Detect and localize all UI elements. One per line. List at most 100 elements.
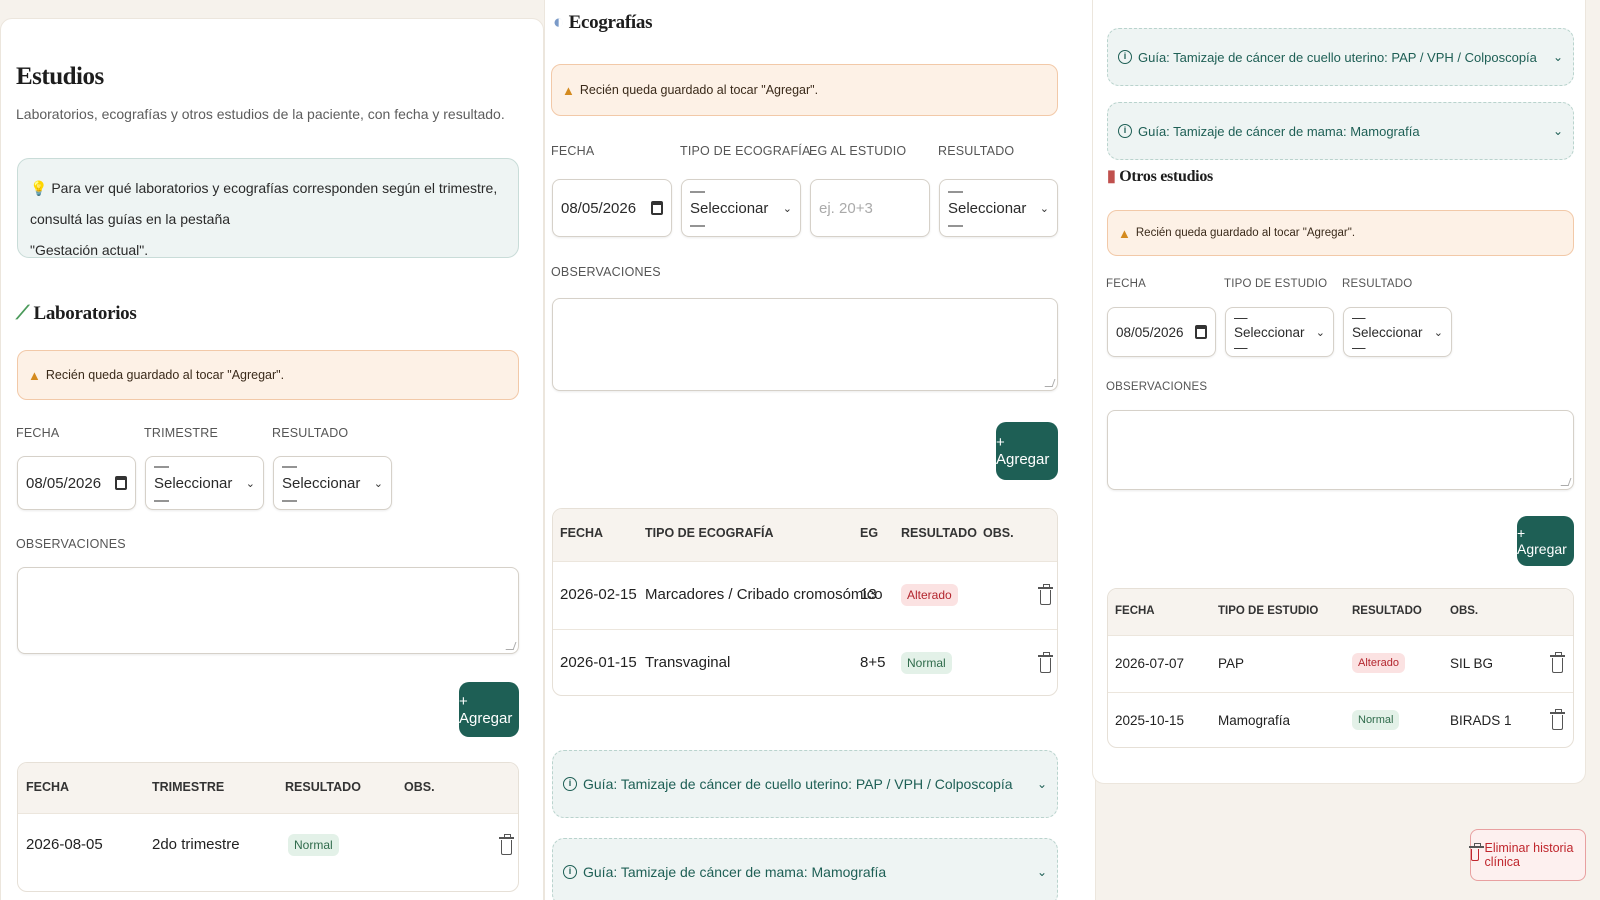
trash-icon[interactable]: [1038, 584, 1053, 605]
guide-cervix-label-right: Guía: Tamizaje de cáncer de cuello uteri…: [1138, 49, 1537, 65]
lab-warning-text: Recién queda guardado al tocar "Agregar"…: [45, 368, 285, 382]
chevron-down-icon: ⌄: [1036, 777, 1047, 791]
table-row: 2026-07-07 PAP Alterado SIL BG: [1108, 635, 1573, 692]
cell-tipo: Mamografía: [1218, 713, 1291, 728]
otros-date-input[interactable]: 08/05/2026: [1107, 307, 1216, 357]
chevron-down-icon: ⌄: [782, 202, 792, 215]
eco-eg-input[interactable]: ej. 20+3: [810, 179, 930, 237]
trimester-info-box: 💡 Para ver qué laboratorios y ecografías…: [17, 158, 519, 258]
lab-obs-textarea[interactable]: [17, 567, 519, 654]
resize-grip-icon[interactable]: [505, 642, 517, 650]
eco-add-button[interactable]: + Agregar: [996, 422, 1058, 480]
trash-icon[interactable]: [1038, 652, 1053, 673]
chevron-down-icon: ⌄: [1552, 124, 1563, 138]
trash-icon[interactable]: [1550, 652, 1565, 673]
trash-icon[interactable]: [499, 834, 514, 855]
cell-fecha: 2025-10-15: [1115, 713, 1185, 728]
lab-date-input[interactable]: 08/05/2026: [17, 456, 136, 510]
otros-warning-text: Recién queda guardado al tocar "Agregar"…: [1135, 227, 1356, 239]
otros-tipo-value: — Seleccionar —: [1234, 309, 1305, 355]
th-trimestre: TRIMESTRE: [152, 780, 225, 794]
trash-icon[interactable]: [1550, 709, 1565, 730]
lab-resultado-label: RESULTADO: [272, 426, 349, 440]
eco-eg-label: EG AL ESTUDIO: [809, 144, 907, 158]
eco-date-input[interactable]: 08/05/2026: [552, 179, 672, 237]
otros-resultado-value: — Seleccionar —: [1352, 309, 1423, 355]
guide-cervix-accordion-right[interactable]: i Guía: Tamizaje de cáncer de cuello ute…: [1107, 28, 1574, 86]
th-fecha: FECHA: [560, 526, 604, 540]
warning-icon: ▲: [28, 367, 41, 383]
th-eg: EG: [860, 526, 879, 540]
chevron-down-icon: ⌄: [245, 477, 255, 490]
otros-obs-textarea[interactable]: [1107, 410, 1574, 490]
th-obs: OBS.: [983, 526, 1014, 540]
cell-tipo: Marcadores / Cribado cromosómico: [645, 586, 883, 603]
chevron-down-icon: ⌄: [1315, 326, 1325, 339]
cell-fecha: 2026-01-15: [560, 654, 637, 671]
info-icon: i: [1118, 50, 1132, 64]
delete-history-button[interactable]: Eliminar historia clínica: [1469, 829, 1586, 881]
lab-add-button[interactable]: + Agregar: [459, 682, 519, 737]
table-row: 2026-08-05 2do trimestre Normal: [18, 813, 518, 879]
lab-table-header: FECHA TRIMESTRE RESULTADO OBS.: [18, 763, 518, 813]
lab-resultado-value: — Seleccionar —: [282, 457, 361, 509]
otros-add-button[interactable]: + Agregar: [1517, 516, 1574, 566]
eco-warning-text: Recién queda guardado al tocar "Agregar"…: [579, 83, 819, 97]
table-row: 2025-10-15 Mamografía Normal BIRADS 1: [1108, 692, 1573, 747]
cell-obs: SIL BG: [1450, 656, 1494, 671]
lab-obs-label: OBSERVACIONES: [16, 537, 126, 551]
trash-icon: [1469, 843, 1484, 861]
otros-tipo-select[interactable]: — Seleccionar — ⌄: [1225, 307, 1334, 357]
eco-eg-placeholder: ej. 20+3: [819, 199, 873, 217]
otros-resultado-label: RESULTADO: [1342, 278, 1413, 290]
lab-resultado-select[interactable]: — Seleccionar — ⌄: [273, 456, 392, 510]
status-badge: Normal: [288, 834, 339, 856]
delete-history-label: Eliminar historia clínica: [1484, 841, 1574, 869]
eco-table-header: FECHA TIPO DE ECOGRAFÍA EG RESULTADO OBS…: [553, 509, 1057, 561]
th-resultado: RESULTADO: [901, 526, 977, 540]
eco-resultado-label: RESULTADO: [938, 144, 1015, 158]
resize-grip-icon[interactable]: [1560, 478, 1572, 486]
lab-trimestre-value: — Seleccionar —: [154, 457, 233, 509]
otros-table: FECHA TIPO DE ESTUDIO RESULTADO OBS. 202…: [1107, 588, 1574, 748]
ultrasound-icon: ◐: [553, 12, 565, 33]
otros-date-value: 08/05/2026: [1116, 324, 1184, 340]
otros-obs-label: OBSERVACIONES: [1106, 381, 1208, 393]
cell-eg: 13: [860, 586, 877, 603]
guide-mama-accordion[interactable]: i Guía: Tamizaje de cáncer de mama: Mamo…: [552, 838, 1058, 900]
eco-table: FECHA TIPO DE ECOGRAFÍA EG RESULTADO OBS…: [552, 508, 1058, 696]
status-badge: Alterado: [901, 584, 958, 606]
cell-trimestre: 2do trimestre: [152, 836, 240, 853]
chevron-down-icon: ⌄: [1433, 326, 1443, 339]
eco-tipo-select[interactable]: — Seleccionar — ⌄: [681, 179, 801, 237]
eco-fecha-label: FECHA: [551, 144, 595, 158]
guide-mama-accordion-right[interactable]: i Guía: Tamizaje de cáncer de mama: Mamo…: [1107, 102, 1574, 160]
th-resultado: RESULTADO: [1352, 605, 1422, 617]
info-icon: i: [1118, 124, 1132, 138]
resize-grip-icon[interactable]: [1044, 379, 1056, 387]
otros-tipo-label: TIPO DE ESTUDIO: [1224, 278, 1328, 290]
otros-fecha-label: FECHA: [1106, 278, 1146, 290]
th-tipo: TIPO DE ECOGRAFÍA: [645, 526, 774, 540]
otros-resultado-select[interactable]: — Seleccionar — ⌄: [1343, 307, 1452, 357]
cell-tipo: PAP: [1218, 656, 1245, 671]
guide-mama-label-right: Guía: Tamizaje de cáncer de mama: Mamogr…: [1138, 123, 1420, 139]
lab-trimestre-select[interactable]: — Seleccionar — ⌄: [145, 456, 264, 510]
calendar-icon: [1195, 325, 1207, 339]
ecografias-title: Ecografías: [568, 12, 653, 33]
warning-icon: ▲: [562, 82, 575, 98]
lightbulb-icon: 💡: [30, 180, 48, 196]
clipboard-icon: ▮: [1107, 168, 1116, 185]
guide-cervix-label: Guía: Tamizaje de cáncer de cuello uteri…: [583, 776, 1013, 792]
eco-resultado-select[interactable]: — Seleccionar — ⌄: [939, 179, 1058, 237]
eco-obs-textarea[interactable]: [552, 298, 1058, 391]
guide-mama-label: Guía: Tamizaje de cáncer de mama: Mamogr…: [583, 864, 887, 880]
guide-cervix-accordion[interactable]: i Guía: Tamizaje de cáncer de cuello ute…: [552, 750, 1058, 818]
th-tipo: TIPO DE ESTUDIO: [1218, 605, 1319, 617]
chevron-down-icon: ⌄: [1552, 50, 1563, 64]
ecografias-heading: ◐ Ecografías: [553, 12, 652, 34]
th-obs: OBS.: [1450, 605, 1479, 617]
info-text-line2: "Gestación actual".: [30, 242, 149, 258]
cell-fecha: 2026-02-15: [560, 586, 637, 603]
info-icon: i: [563, 865, 577, 879]
